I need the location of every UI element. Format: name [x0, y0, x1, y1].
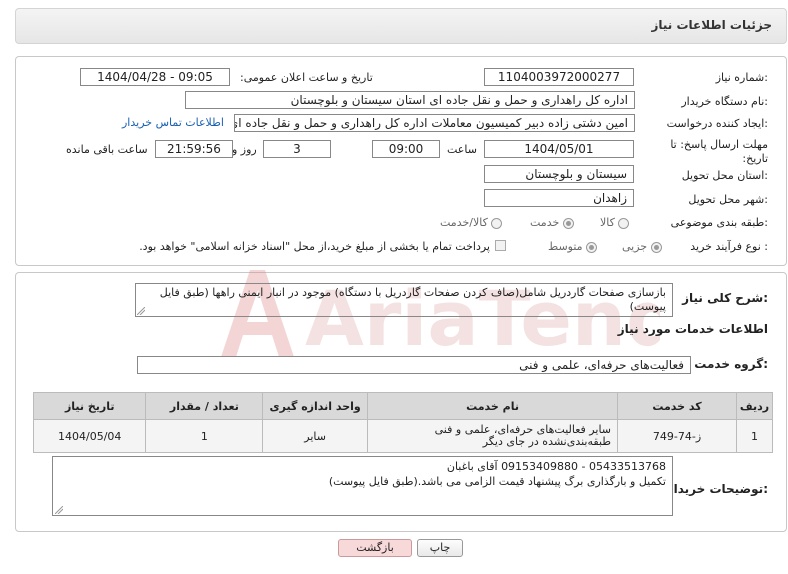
category-option-kala-khedmat[interactable]: کالا/خدمت [440, 216, 503, 229]
deadline-time-field: 09:00 [372, 140, 440, 158]
summary-label: شرح کلی نیاز: [682, 291, 768, 305]
radio-selected-icon [586, 241, 598, 253]
remaining-label: ساعت باقی مانده [66, 143, 148, 156]
deadline-label: مهلت ارسال پاسخ: تا تاریخ: [670, 138, 768, 165]
page-header: جزئیات اطلاعات نیاز [15, 8, 787, 44]
announce-label: تاریخ و ساعت اعلان عمومی: [240, 71, 373, 84]
city-field: زاهدان [484, 189, 634, 207]
buyer-org-field: اداره کل راهداری و حمل و نقل جاده ای است… [185, 91, 635, 109]
table-header-row: ردیف کد خدمت نام خدمت واحد اندازه گیری ت… [32, 392, 774, 420]
deadline-date-field: 1404/05/01 [484, 140, 634, 158]
radio-selected-icon [650, 241, 662, 253]
remaining-time-field: 21:59:56 [155, 140, 233, 158]
cell-quantity: 1 [145, 419, 264, 453]
service-group-label: گروه خدمت: [694, 357, 768, 371]
process-label: نوع فرآیند خرید : [690, 240, 768, 253]
announce-field: 1404/04/28 - 09:05 [80, 68, 230, 86]
treasury-checkbox[interactable] [495, 240, 506, 251]
resize-handle-icon[interactable] [55, 506, 63, 514]
province-label: استان محل تحویل: [681, 169, 768, 182]
process-option-motavaset[interactable]: متوسط [548, 240, 598, 253]
buyer-org-label: نام دستگاه خریدار: [681, 95, 768, 108]
buyer-notes-line2: تکمیل و بارگذاری برگ پیشنهاد قیمت الزامی… [328, 475, 666, 488]
col-row-number: ردیف [735, 392, 774, 420]
summary-textarea[interactable]: بازسازی صفحات گاردریل شامل(صاف کردن صفحا… [135, 283, 673, 317]
cell-need-date: 1404/05/04 [32, 419, 147, 453]
payment-text: پرداخت تمام یا بخشی از مبلغ خرید،از محل … [139, 240, 490, 253]
time-label: ساعت [447, 143, 477, 156]
resize-handle-icon[interactable] [137, 307, 145, 315]
days-field: 3 [263, 140, 331, 158]
radio-selected-icon [562, 217, 574, 229]
province-field: سیستان و بلوچستان [484, 165, 634, 183]
back-button[interactable]: بازگشت [338, 539, 412, 557]
creator-field: امین دشتی زاده دبیر کمیسیون معاملات ادار… [234, 114, 635, 132]
col-quantity: تعداد / مقدار [145, 392, 264, 420]
cell-service-name: سایر فعالیت‌های حرفه‌ای، علمی و فنی طبقه… [367, 419, 619, 453]
col-service-name: نام خدمت [367, 392, 619, 420]
contact-buyer-link[interactable]: اطلاعات تماس خریدار [122, 116, 224, 129]
col-unit: واحد اندازه گیری [262, 392, 369, 420]
creator-label: ایجاد کننده درخواست: [666, 117, 768, 130]
col-need-date: تاریخ نیاز [32, 392, 147, 420]
city-label: شهر محل تحویل: [688, 193, 768, 206]
radio-icon [491, 217, 503, 229]
buyer-notes-label: توضیحات خریدار: [666, 482, 768, 496]
category-label: طبقه بندی موضوعی: [670, 216, 768, 229]
table-row: 1 ز-74-749 سایر فعالیت‌های حرفه‌ای، علمی… [32, 419, 774, 453]
days-label: روز و [232, 143, 257, 156]
service-group-field: فعالیت‌های حرفه‌ای، علمی و فنی [137, 356, 691, 374]
cell-unit: سایر [262, 419, 369, 453]
cell-row-number: 1 [735, 419, 774, 453]
services-table: ردیف کد خدمت نام خدمت واحد اندازه گیری ت… [32, 392, 774, 453]
page-title: جزئیات اطلاعات نیاز [651, 18, 772, 32]
services-section-title: اطلاعات خدمات مورد نیاز [617, 322, 768, 336]
col-service-code: کد خدمت [617, 392, 737, 420]
category-option-kala[interactable]: کالا [600, 216, 630, 229]
cell-service-code: ز-74-749 [617, 419, 737, 453]
print-button[interactable]: چاپ [417, 539, 463, 557]
buyer-notes-line1: 05433513768 - 09153409880 آقای باغبان [446, 460, 666, 473]
radio-icon [618, 217, 630, 229]
process-option-jozi[interactable]: جزیی [622, 240, 662, 253]
category-option-khedmat[interactable]: خدمت [530, 216, 574, 229]
buyer-notes-textarea[interactable]: 05433513768 - 09153409880 آقای باغبان تک… [52, 456, 673, 516]
need-number-field: 1104003972000277 [484, 68, 634, 86]
summary-text: بازسازی صفحات گاردریل شامل(صاف کردن صفحا… [159, 286, 666, 313]
need-number-label: شماره نیاز: [715, 71, 768, 84]
